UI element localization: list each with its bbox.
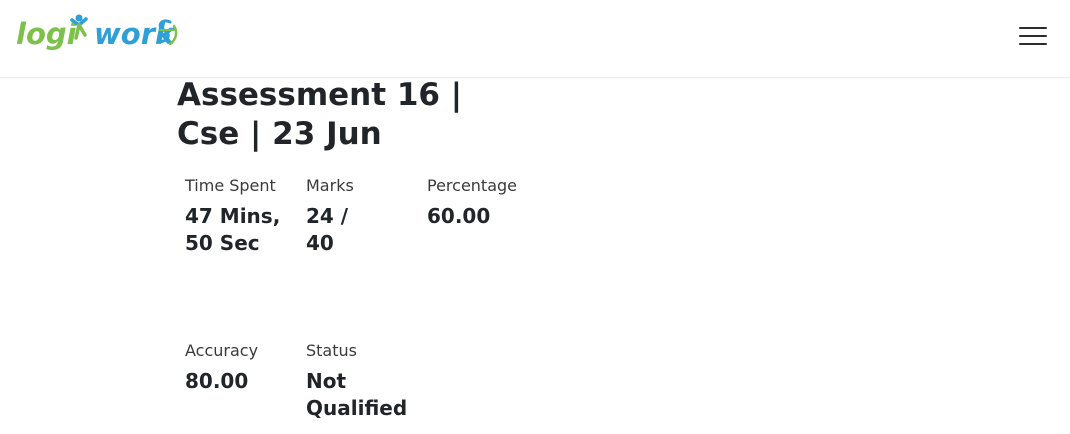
stat-status: Status Not Qualified (306, 340, 416, 422)
stat-accuracy: Accuracy 80.00 (185, 340, 285, 395)
stat-marks-label: Marks (306, 176, 354, 195)
assessment-title: Assessment 16 | Cse | 23 Jun (177, 77, 463, 152)
logiwork-logo[interactable]: logi work (16, 8, 186, 62)
menu-bar-top (1019, 27, 1047, 29)
stat-accuracy-value: 80.00 (185, 369, 249, 393)
logo-image: logi work (16, 14, 178, 51)
stat-time-spent: Time Spent 47 Mins, 50 Sec (185, 175, 285, 257)
stat-percentage-label: Percentage (427, 176, 518, 195)
stat-marks: Marks 24 / 40 (306, 175, 366, 257)
stat-percentage: Percentage 60.00 (427, 175, 547, 230)
stat-percentage-value: 60.00 (427, 204, 491, 228)
top-navbar: logi work (0, 0, 1070, 78)
hamburger-menu-icon[interactable] (1013, 20, 1053, 52)
stat-status-label: Status (306, 341, 357, 360)
menu-bar-bottom (1019, 43, 1047, 45)
stat-time-spent-label: Time Spent (185, 176, 276, 195)
stat-status-value: Not Qualified (306, 369, 408, 420)
stat-marks-value: 24 / 40 (306, 204, 349, 255)
stat-accuracy-label: Accuracy (185, 341, 259, 360)
stat-time-spent-value: 47 Mins, 50 Sec (185, 204, 281, 255)
logo-text-left: logi (16, 17, 78, 51)
menu-bar-middle (1019, 35, 1047, 37)
